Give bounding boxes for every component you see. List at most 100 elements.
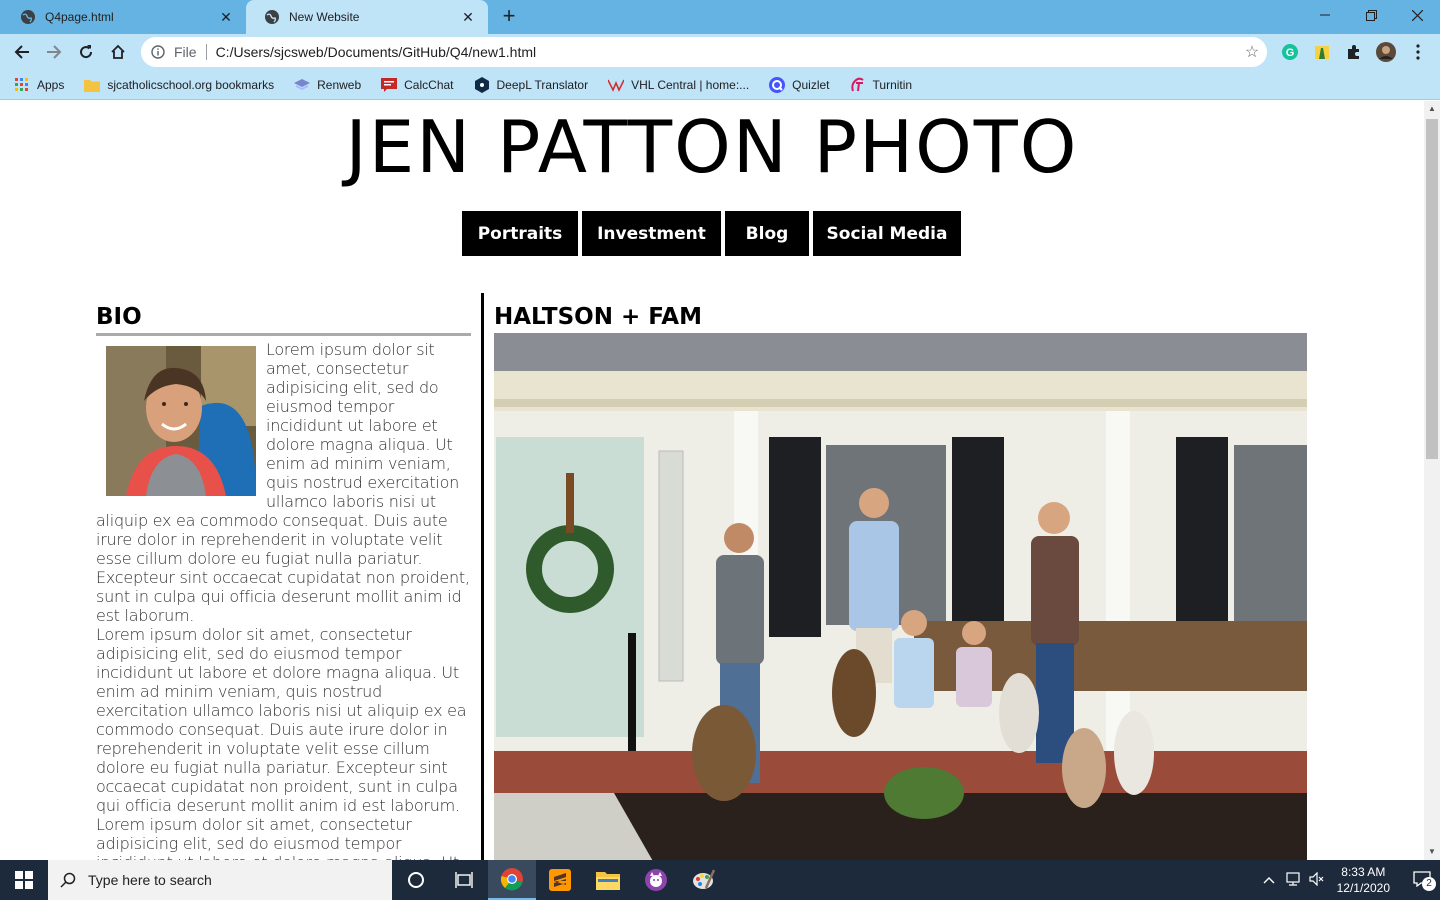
browser-toolbar: File C:/Users/sjcsweb/Documents/GitHub/Q… xyxy=(0,34,1440,70)
nav-social-media[interactable]: Social Media xyxy=(813,211,961,256)
bookmarks-bar: Apps sjcatholicschool.org bookmarks Renw… xyxy=(0,70,1440,100)
extension-lighthouse-icon[interactable] xyxy=(1312,42,1332,62)
tab-q4page[interactable]: Q4page.html ✕ xyxy=(2,0,246,34)
menu-icon[interactable] xyxy=(1408,42,1428,62)
url-text[interactable]: C:/Users/sjcsweb/Documents/GitHub/Q4/new… xyxy=(216,44,1237,60)
portrait-photo xyxy=(106,346,256,496)
bookmark-label: Apps xyxy=(37,77,65,92)
turnitin-icon xyxy=(850,77,866,93)
bookmark-label: Quizlet xyxy=(792,77,830,92)
sublime-text-icon xyxy=(549,869,571,891)
forward-button[interactable] xyxy=(40,38,68,66)
taskbar-file-explorer[interactable] xyxy=(584,860,632,900)
star-icon[interactable]: ☆ xyxy=(1237,42,1267,62)
scroll-down-icon[interactable]: ▼ xyxy=(1424,844,1440,860)
gallery-heading: HALTSON + FAM xyxy=(494,304,702,330)
taskbar-sublime[interactable] xyxy=(536,860,584,900)
svg-text:G: G xyxy=(1286,47,1295,59)
bookmark-label: VHL Central | home:... xyxy=(631,77,750,92)
tab-new-website[interactable]: New Website ✕ xyxy=(246,0,488,34)
bookmark-folder[interactable]: sjcatholicschool.org bookmarks xyxy=(84,77,274,93)
bookmark-label: CalcChat xyxy=(404,77,454,92)
close-window-button[interactable] xyxy=(1394,0,1440,30)
renweb-icon xyxy=(294,77,311,93)
system-tray: 8:33 AM 12/1/2020 2 xyxy=(1257,860,1440,900)
notification-badge: 2 xyxy=(1422,876,1436,891)
paint-icon xyxy=(693,869,716,889)
vhl-icon xyxy=(608,77,625,93)
bio-text: Lorem ipsum dolor sit amet, consectetur … xyxy=(96,340,471,860)
taskbar-chrome[interactable] xyxy=(488,860,536,900)
tab-title: Q4page.html xyxy=(45,10,114,24)
search-icon xyxy=(48,872,88,888)
bookmark-calcchat[interactable]: CalcChat xyxy=(381,77,454,93)
page-viewport: JEN PATTON PHOTO Portraits Investment Bl… xyxy=(0,101,1424,860)
puzzle-icon[interactable] xyxy=(1344,42,1364,62)
taskbar-paint[interactable] xyxy=(680,860,728,900)
clock-time: 8:33 AM xyxy=(1341,865,1386,879)
bookmark-deepl[interactable]: DeepL Translator xyxy=(474,76,589,93)
close-icon[interactable]: ✕ xyxy=(218,9,234,25)
gallery-section: HALTSON + FAM xyxy=(494,301,1307,860)
deepl-icon xyxy=(474,76,490,93)
minimize-button[interactable] xyxy=(1302,0,1348,30)
cortana-button[interactable] xyxy=(392,860,440,900)
back-button[interactable] xyxy=(8,38,36,66)
windows-taskbar: Type here to search 8:33 AM 12/1/2020 2 xyxy=(0,860,1440,900)
bookmark-label: Renweb xyxy=(317,77,362,92)
url-scheme: File xyxy=(174,44,197,60)
calcchat-icon xyxy=(381,77,398,93)
page-title: JEN PATTON PHOTO xyxy=(345,105,1079,189)
nav-portraits[interactable]: Portraits xyxy=(462,211,578,256)
scrollbar-thumb[interactable] xyxy=(1426,119,1438,459)
volume-muted-icon[interactable] xyxy=(1305,871,1329,889)
bio-paragraph-2: Lorem ipsum dolor sit amet, consectetur … xyxy=(96,625,467,815)
clock-date: 12/1/2020 xyxy=(1336,881,1390,895)
cortana-icon xyxy=(408,872,424,888)
taskbar-search[interactable]: Type here to search xyxy=(48,860,392,900)
scroll-up-icon[interactable]: ▲ xyxy=(1424,101,1440,117)
reload-button[interactable] xyxy=(72,38,100,66)
bookmark-apps[interactable]: Apps xyxy=(14,77,64,93)
bookmark-vhl[interactable]: VHL Central | home:... xyxy=(608,77,749,93)
family-photo xyxy=(494,333,1307,860)
bookmark-quizlet[interactable]: Quizlet xyxy=(769,76,830,93)
restore-button[interactable] xyxy=(1348,0,1394,30)
globe-icon xyxy=(264,9,280,25)
quizlet-icon xyxy=(769,76,786,93)
start-button[interactable] xyxy=(0,860,48,900)
action-center-button[interactable]: 2 xyxy=(1404,870,1440,891)
home-button[interactable] xyxy=(104,38,132,66)
info-icon[interactable] xyxy=(150,44,166,60)
chevron-up-icon[interactable] xyxy=(1257,873,1281,887)
bookmark-label: DeepL Translator xyxy=(496,77,589,92)
bio-section: BIO Lorem ipsum dolor sit amet, consecte… xyxy=(96,301,471,860)
url-separator xyxy=(205,44,207,60)
windows-logo-icon xyxy=(15,871,33,889)
arrow-left-icon xyxy=(14,45,29,59)
taskbar-app-cat[interactable] xyxy=(632,860,680,900)
reload-icon xyxy=(80,45,93,59)
new-tab-button[interactable]: + xyxy=(497,5,521,29)
taskbar-clock[interactable]: 8:33 AM 12/1/2020 xyxy=(1337,864,1390,896)
folder-icon xyxy=(596,872,620,890)
arrow-right-icon xyxy=(47,45,62,59)
nav-blog[interactable]: Blog xyxy=(725,211,809,256)
page-scrollbar[interactable]: ▲ ▼ xyxy=(1424,101,1440,860)
tab-strip: Q4page.html ✕ New Website ✕ + xyxy=(0,0,1440,34)
bookmark-turnitin[interactable]: Turnitin xyxy=(850,77,912,93)
bookmark-label: sjcatholicschool.org bookmarks xyxy=(107,77,275,92)
address-bar[interactable]: File C:/Users/sjcsweb/Documents/GitHub/Q… xyxy=(141,37,1267,67)
nav-investment[interactable]: Investment xyxy=(582,211,721,256)
cat-app-icon xyxy=(645,869,667,891)
grammarly-icon[interactable]: G xyxy=(1280,42,1300,62)
home-icon xyxy=(111,44,125,59)
close-icon[interactable]: ✕ xyxy=(460,9,476,25)
folder-icon xyxy=(84,77,101,93)
tab-title: New Website xyxy=(289,10,360,24)
network-icon[interactable] xyxy=(1281,871,1305,889)
column-divider xyxy=(481,293,484,860)
task-view-button[interactable] xyxy=(440,860,488,900)
profile-avatar[interactable] xyxy=(1376,42,1396,62)
bookmark-renweb[interactable]: Renweb xyxy=(294,77,361,93)
